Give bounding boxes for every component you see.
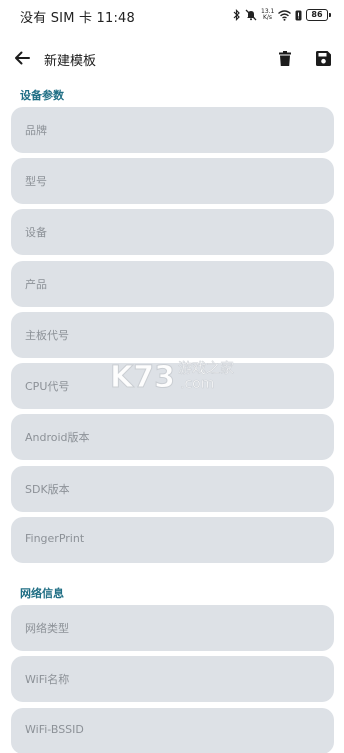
wifi-icon [278, 9, 291, 21]
delete-icon [279, 50, 291, 66]
wifi-name-field[interactable]: WiFi名称 [11, 656, 334, 702]
product-field[interactable]: 产品 [11, 261, 334, 307]
save-icon [315, 50, 331, 66]
board-code-placeholder: 主板代号 [25, 329, 69, 342]
sdk-version-field[interactable]: SDK版本 [11, 466, 334, 512]
save-button[interactable] [312, 47, 334, 69]
android-version-placeholder: Android版本 [25, 431, 90, 444]
back-button[interactable] [10, 46, 34, 70]
page-title: 新建模板 [44, 54, 97, 69]
battery-icon: 86 [306, 9, 331, 21]
brand-placeholder: 品牌 [25, 124, 47, 137]
watermark-domain-text: .com [180, 376, 214, 392]
status-icons: 13.1 K/s 86 [233, 8, 331, 22]
k73-watermark-logo: K73 游戏之家 .com [108, 356, 238, 396]
mute-icon [245, 9, 257, 21]
status-carrier-time: 没有 SIM 卡 11:48 [20, 11, 135, 26]
watermark-logo-text: K73 [110, 360, 175, 395]
delete-button[interactable] [274, 47, 296, 69]
device-field[interactable]: 设备 [11, 209, 334, 255]
android-version-field[interactable]: Android版本 [11, 414, 334, 460]
model-placeholder: 型号 [25, 175, 47, 188]
product-placeholder: 产品 [25, 278, 47, 291]
section-title-network-info: 网络信息 [20, 587, 64, 600]
fingerprint-field[interactable]: FingerPrint [11, 517, 334, 563]
wifi-bssid-field[interactable]: WiFi-BSSID [11, 708, 334, 753]
alert-icon [295, 10, 302, 21]
wifi-name-placeholder: WiFi名称 [25, 673, 70, 686]
wifi-bssid-placeholder: WiFi-BSSID [25, 723, 84, 736]
section-title-device-params: 设备参数 [20, 89, 64, 102]
fingerprint-placeholder: FingerPrint [25, 532, 85, 545]
cpu-code-placeholder: CPU代号 [25, 380, 70, 393]
bluetooth-icon [233, 9, 241, 21]
back-arrow-icon [15, 51, 30, 65]
device-placeholder: 设备 [25, 226, 47, 239]
app-bar: 新建模板 [0, 40, 344, 76]
net-speed-unit: K/s [262, 14, 273, 21]
status-bar: 没有 SIM 卡 11:48 13.1 K/s 86 [0, 0, 344, 30]
brand-field[interactable]: 品牌 [11, 107, 334, 153]
network-type-placeholder: 网络类型 [25, 622, 69, 635]
board-code-field[interactable]: 主板代号 [11, 312, 334, 358]
watermark-site-text: 游戏之家 [178, 360, 234, 377]
model-field[interactable]: 型号 [11, 158, 334, 204]
sdk-version-placeholder: SDK版本 [25, 483, 70, 496]
net-speed: 13.1 K/s [261, 9, 274, 21]
network-type-field[interactable]: 网络类型 [11, 605, 334, 651]
